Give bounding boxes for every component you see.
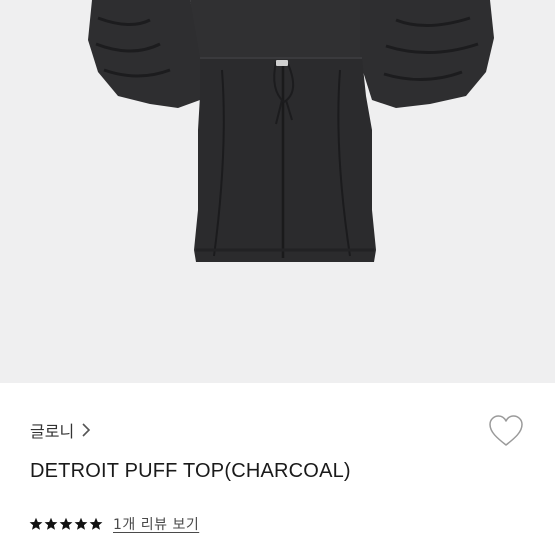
brand-link[interactable]: 글로니: [30, 419, 92, 441]
review-link[interactable]: 1개 리뷰 보기: [113, 514, 199, 534]
brand-name: 글로니: [30, 422, 75, 441]
rating-row: 1개 리뷰 보기: [29, 514, 199, 534]
product-page: 글로니 DETROIT PUFF TOP(CHARCOAL) 1개 리뷰 보기: [0, 0, 555, 555]
product-photo: [0, 0, 555, 383]
product-info: 글로니 DETROIT PUFF TOP(CHARCOAL) 1개 리뷰 보기: [0, 383, 555, 555]
heart-icon[interactable]: [487, 413, 525, 449]
star-icon: [44, 517, 58, 530]
star-rating: [29, 517, 103, 531]
star-icon: [89, 517, 103, 530]
star-icon: [59, 517, 73, 530]
star-icon: [29, 517, 43, 530]
chevron-right-icon: [82, 423, 91, 437]
product-image[interactable]: [0, 0, 555, 383]
star-icon: [74, 517, 88, 530]
product-title: DETROIT PUFF TOP(CHARCOAL): [30, 460, 351, 482]
